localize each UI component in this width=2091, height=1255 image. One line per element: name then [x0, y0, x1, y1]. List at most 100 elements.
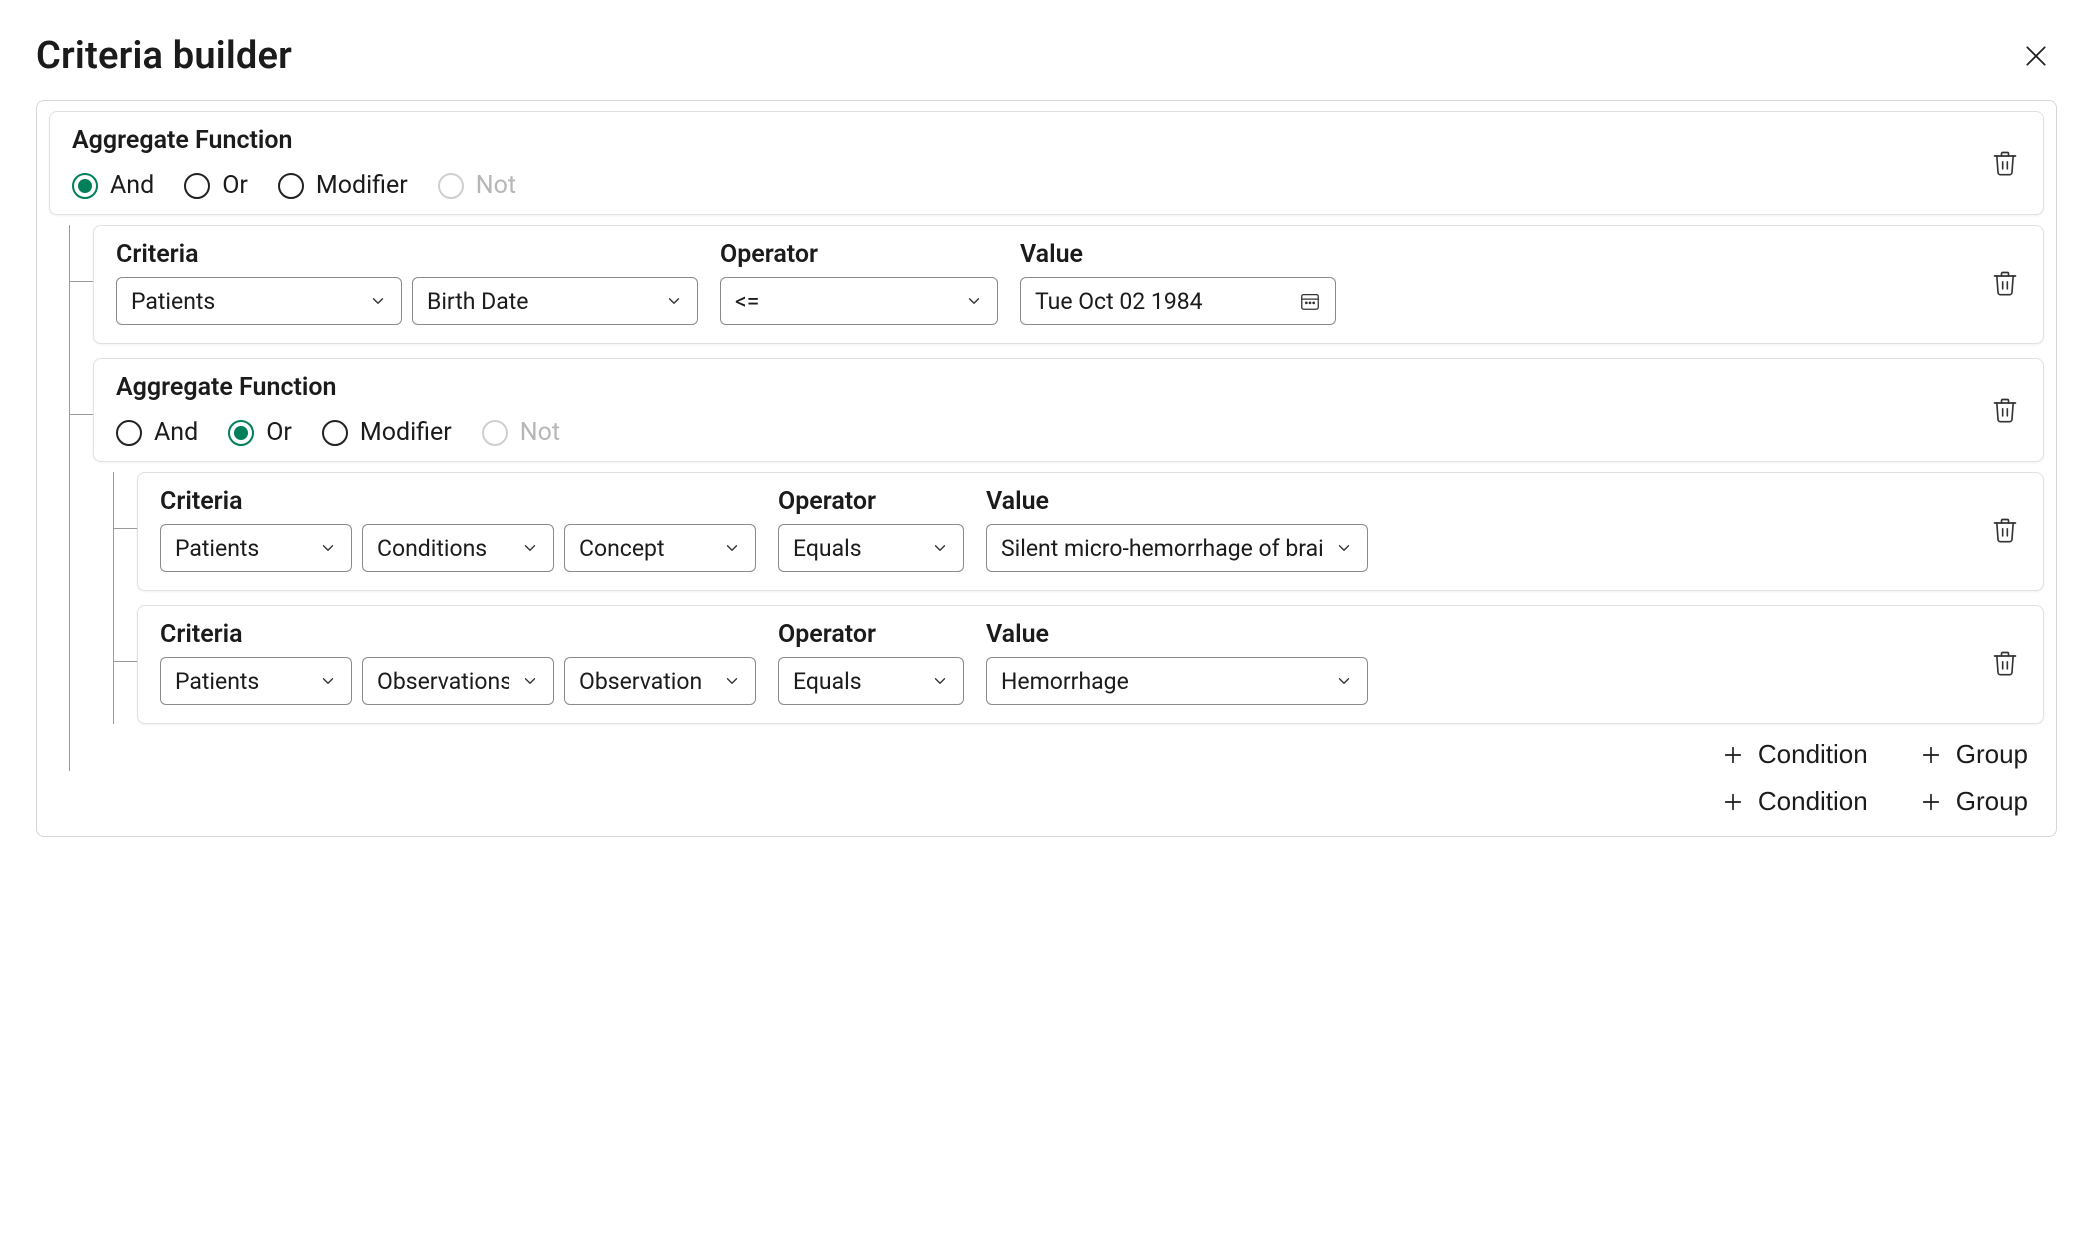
chevron-down-icon	[369, 292, 387, 310]
root-radio-not: Not	[438, 171, 516, 200]
radio-label-or: Or	[222, 171, 248, 200]
plus-icon	[1722, 791, 1744, 813]
add-condition-button[interactable]: Condition	[1716, 738, 1874, 771]
criteria-select-level-2[interactable]: Birth Date	[412, 277, 698, 325]
operator-label: Operator	[778, 487, 964, 516]
delete-condition-button[interactable]	[1985, 263, 2025, 303]
chevron-down-icon	[521, 672, 539, 690]
radio-label-and: And	[154, 418, 198, 447]
add-condition-label: Condition	[1758, 739, 1868, 770]
criteria-select-level-1[interactable]: Patients	[116, 277, 402, 325]
chevron-down-icon	[1335, 539, 1353, 557]
operator-select[interactable]: <=	[720, 277, 998, 325]
radio-unselected-icon	[278, 173, 304, 199]
radio-label-or: Or	[266, 418, 292, 447]
nested-radio-or[interactable]: Or	[228, 418, 292, 447]
delete-condition-button[interactable]	[1985, 643, 2025, 683]
chevron-down-icon	[319, 539, 337, 557]
criteria-label: Criteria	[160, 620, 756, 649]
select-value: Observation	[579, 668, 702, 695]
criteria-select-level-1[interactable]: Patients	[160, 657, 352, 705]
criteria-select-level-3[interactable]: Observation	[564, 657, 756, 705]
operator-select[interactable]: Equals	[778, 657, 964, 705]
delete-root-group-button[interactable]	[1985, 143, 2025, 183]
criteria-select-level-3[interactable]: Concept	[564, 524, 756, 572]
calendar-icon	[1299, 290, 1321, 312]
nested-group-header: Aggregate Function And Or	[93, 358, 2044, 462]
criteria-label: Criteria	[160, 487, 756, 516]
select-value: Observations	[377, 668, 509, 695]
radio-disabled-icon	[482, 420, 508, 446]
close-button[interactable]	[2015, 35, 2057, 77]
value-label: Value	[1020, 240, 1336, 269]
criteria-select-level-1[interactable]: Patients	[160, 524, 352, 572]
radio-label-modifier: Modifier	[316, 171, 408, 200]
chevron-down-icon	[931, 539, 949, 557]
add-group-button[interactable]: Group	[1914, 738, 2034, 771]
root-group-header: Aggregate Function And Or Modifier	[49, 111, 2044, 215]
plus-icon	[1920, 791, 1942, 813]
date-value: Tue Oct 02 1984	[1035, 288, 1203, 315]
radio-unselected-icon	[184, 173, 210, 199]
select-value: Hemorrhage	[1001, 668, 1129, 695]
nested-group-row: Aggregate Function And Or	[93, 358, 2044, 771]
radio-selected-icon	[228, 420, 254, 446]
aggregate-label: Aggregate Function	[72, 126, 516, 155]
plus-icon	[1920, 744, 1942, 766]
nested-footer: Condition Group	[93, 724, 2044, 771]
add-group-label: Group	[1956, 739, 2028, 770]
add-group-label: Group	[1956, 786, 2028, 817]
select-value: Conditions	[377, 535, 487, 562]
select-value: Patients	[131, 288, 215, 315]
trash-icon	[1991, 269, 2019, 297]
plus-icon	[1722, 744, 1744, 766]
delete-nested-group-button[interactable]	[1985, 390, 2025, 430]
nested-radio-not: Not	[482, 418, 560, 447]
root-radio-and[interactable]: And	[72, 171, 154, 200]
select-value: Patients	[175, 668, 259, 695]
value-select[interactable]: Hemorrhage	[986, 657, 1368, 705]
radio-unselected-icon	[322, 420, 348, 446]
select-value: Silent micro-hemorrhage of brain	[1001, 535, 1323, 562]
value-label: Value	[986, 487, 1368, 516]
trash-icon	[1991, 396, 2019, 424]
chevron-down-icon	[723, 539, 741, 557]
radio-unselected-icon	[116, 420, 142, 446]
operator-select[interactable]: Equals	[778, 524, 964, 572]
chevron-down-icon	[319, 672, 337, 690]
aggregate-label: Aggregate Function	[116, 373, 560, 402]
value-date-input[interactable]: Tue Oct 02 1984	[1020, 277, 1336, 325]
delete-condition-button[interactable]	[1985, 510, 2025, 550]
criteria-select-level-2[interactable]: Observations	[362, 657, 554, 705]
trash-icon	[1991, 149, 2019, 177]
chevron-down-icon	[723, 672, 741, 690]
root-radio-modifier[interactable]: Modifier	[278, 171, 408, 200]
chevron-down-icon	[965, 292, 983, 310]
root-footer: Condition Group	[49, 771, 2044, 818]
operator-label: Operator	[720, 240, 998, 269]
root-radio-or[interactable]: Or	[184, 171, 248, 200]
value-select[interactable]: Silent micro-hemorrhage of brain	[986, 524, 1368, 572]
select-value: Concept	[579, 535, 664, 562]
chevron-down-icon	[1335, 672, 1353, 690]
nested-condition-row: Criteria Patients Observations	[137, 605, 2044, 724]
nested-condition-row: Criteria Patients Conditions	[137, 472, 2044, 591]
criteria-select-level-2[interactable]: Conditions	[362, 524, 554, 572]
criteria-label: Criteria	[116, 240, 698, 269]
radio-label-modifier: Modifier	[360, 418, 452, 447]
builder-panel: Aggregate Function And Or Modifier	[36, 100, 2057, 837]
select-value: Equals	[793, 668, 862, 695]
add-condition-button[interactable]: Condition	[1716, 785, 1874, 818]
radio-label-not: Not	[520, 418, 560, 447]
trash-icon	[1991, 649, 2019, 677]
add-condition-label: Condition	[1758, 786, 1868, 817]
radio-label-and: And	[110, 171, 154, 200]
select-value: Equals	[793, 535, 862, 562]
root-condition-row: Criteria Patients Birth Date	[93, 225, 2044, 344]
page-title: Criteria builder	[36, 34, 292, 78]
nested-radio-modifier[interactable]: Modifier	[322, 418, 452, 447]
value-label: Value	[986, 620, 1368, 649]
nested-radio-and[interactable]: And	[116, 418, 198, 447]
radio-selected-icon	[72, 173, 98, 199]
add-group-button[interactable]: Group	[1914, 785, 2034, 818]
